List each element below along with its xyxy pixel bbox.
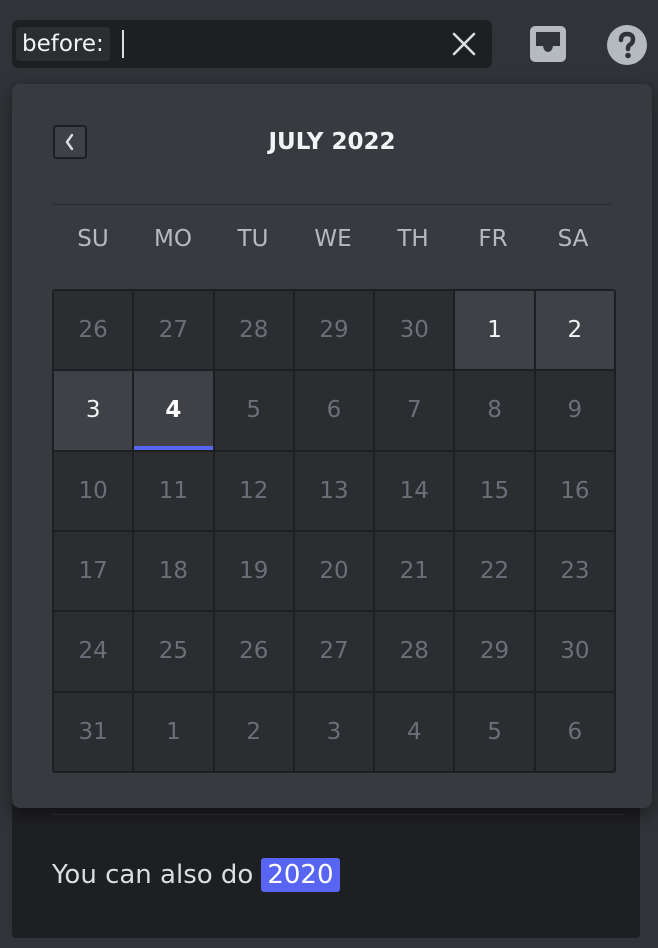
calendar-day-disabled: 30 [535, 612, 614, 691]
calendar-day-outside-month[interactable]: 29 [294, 291, 374, 370]
calendar-day-outside-month: 4 [375, 692, 454, 771]
search-input[interactable] [128, 28, 452, 62]
text-caret [122, 30, 124, 58]
weekday-label: WE [314, 226, 352, 252]
calendar-day-disabled: 31 [54, 692, 133, 771]
calendar-day-outside-month[interactable]: 30 [375, 291, 454, 370]
date-picker-popout: JULY 2022 SU MO TU WE TH FR SA 26 27 28 … [12, 84, 652, 808]
calendar-day[interactable]: 2 [535, 291, 614, 370]
calendar-day-outside-month[interactable]: 28 [214, 291, 293, 370]
calendar-day-disabled: 28 [375, 612, 454, 691]
weekday-label: SU [77, 226, 109, 252]
calendar-day-disabled: 7 [375, 371, 454, 450]
search-bar[interactable]: before: [12, 20, 492, 68]
weekday-label: MO [154, 226, 192, 252]
calendar-day-disabled: 22 [455, 532, 534, 611]
calendar-day-disabled: 9 [535, 371, 614, 450]
calendar-day-disabled: 29 [455, 612, 534, 691]
search-filter-token[interactable]: before: [16, 27, 110, 61]
month-title: JULY 2022 [268, 129, 396, 155]
calendar-day-disabled: 24 [54, 612, 133, 691]
hint-year-badge[interactable]: 2020 [261, 858, 340, 892]
calendar-day-disabled: 25 [134, 612, 213, 691]
calendar-day-disabled: 23 [535, 532, 614, 611]
calendar-day-selected-label: 4 [165, 397, 182, 424]
calendar-day-disabled: 10 [54, 451, 133, 530]
calendar-day-outside-month[interactable]: 27 [134, 291, 213, 370]
divider [52, 204, 612, 205]
calendar-day-disabled: 18 [134, 532, 213, 611]
search-hint-text: You can also do [52, 860, 254, 890]
calendar-day-grid: 26 27 28 29 30 1 2 3 4 5 6 7 8 9 10 11 1… [52, 289, 616, 773]
calendar-day-selected[interactable]: 4 [134, 371, 213, 450]
calendar-day-disabled: 12 [214, 451, 293, 530]
weekday-label: FR [478, 226, 508, 252]
calendar-day-disabled: 16 [535, 451, 614, 530]
close-icon[interactable] [450, 30, 478, 58]
calendar-day-disabled: 14 [375, 451, 454, 530]
calendar-day[interactable]: 3 [54, 371, 133, 450]
search-hint: You can also do 2020 [52, 858, 340, 892]
calendar-day-outside-month[interactable]: 26 [54, 291, 133, 370]
calendar-day-outside-month: 3 [294, 692, 374, 771]
weekday-label: SA [557, 226, 589, 252]
calendar-day-disabled: 21 [375, 532, 454, 611]
selected-day-indicator [134, 445, 213, 450]
calendar-day-disabled: 11 [134, 451, 213, 530]
calendar-day-disabled: 17 [54, 532, 133, 611]
top-bar: before: [0, 0, 658, 90]
calendar-day-disabled: 15 [455, 451, 534, 530]
calendar-day-outside-month: 5 [455, 692, 534, 771]
calendar-day-disabled: 26 [214, 612, 293, 691]
calendar-day-outside-month: 6 [535, 692, 614, 771]
help-icon[interactable] [606, 24, 648, 66]
calendar-day-disabled: 5 [214, 371, 293, 450]
calendar-day-disabled: 19 [214, 532, 293, 611]
calendar-day-disabled: 13 [294, 451, 374, 530]
weekday-label: TH [397, 226, 429, 252]
calendar-day-outside-month: 1 [134, 692, 213, 771]
calendar-day-disabled: 20 [294, 532, 374, 611]
calendar-day-disabled: 8 [455, 371, 534, 450]
divider [52, 814, 624, 815]
calendar-day-disabled: 6 [294, 371, 374, 450]
calendar-day-outside-month: 2 [214, 692, 293, 771]
search-options-panel: You can also do 2020 [12, 790, 640, 938]
calendar-day-disabled: 27 [294, 612, 374, 691]
weekday-label: TU [237, 226, 269, 252]
inbox-icon[interactable] [528, 24, 568, 64]
calendar-day[interactable]: 1 [455, 291, 534, 370]
weekday-header: SU MO TU WE TH FR SA [53, 222, 613, 256]
